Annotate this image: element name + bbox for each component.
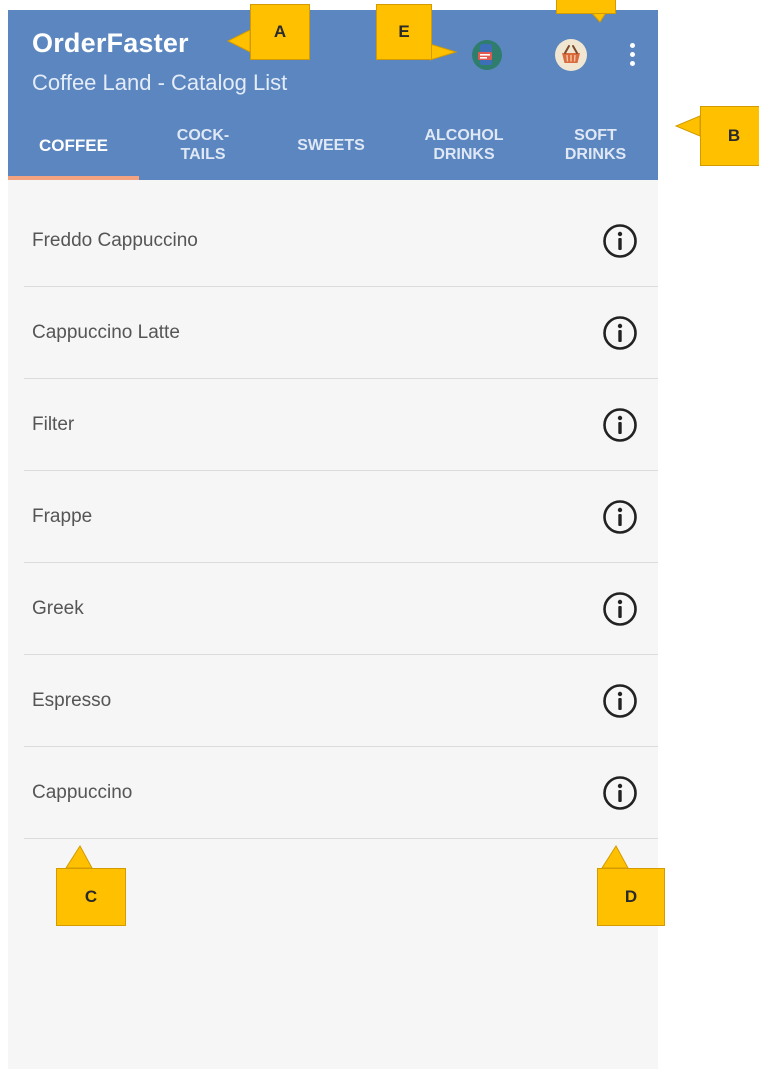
callout-b: B — [700, 106, 759, 166]
callout-d: D — [597, 868, 665, 926]
callout-a: A — [250, 4, 310, 60]
callout-partial — [556, 0, 616, 14]
callout-e: E — [376, 4, 432, 60]
callout-c: C — [56, 868, 126, 926]
